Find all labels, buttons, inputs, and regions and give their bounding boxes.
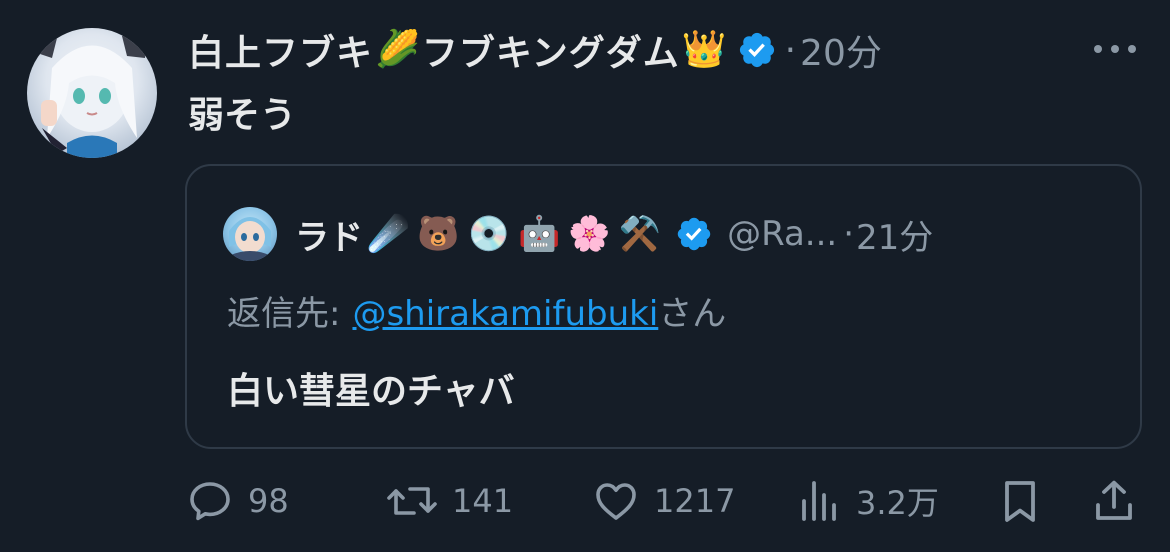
quote-separator-dot: · (843, 214, 855, 254)
retweet-count: 141 (452, 482, 514, 520)
reply-mention-link[interactable]: @shirakamifubuki (352, 294, 658, 334)
bookmark-icon (1005, 481, 1035, 522)
like-count: 1217 (654, 482, 736, 520)
view-count: 3.2万 (856, 484, 939, 522)
more-options-icon[interactable] (1094, 34, 1136, 64)
share-button[interactable] (1090, 474, 1138, 528)
crown-emoji: 👑 (681, 29, 727, 70)
robot-emoji: 🤖 (518, 214, 561, 254)
corn-emoji: 🌽 (375, 29, 420, 70)
quote-handle[interactable]: @Ra... (727, 214, 837, 254)
hammer-pick-emoji: ⚒️ (618, 214, 662, 254)
retweet-button[interactable]: 141 (386, 474, 513, 528)
action-bar: 98 141 1217 3.2万 (186, 474, 1136, 528)
quote-verified-badge-icon[interactable] (675, 215, 713, 253)
disc-emoji: 💿 (467, 214, 511, 254)
tweet-text: 弱そう (188, 95, 297, 136)
display-name[interactable]: 白上フブキ (188, 24, 373, 76)
share-icon (1096, 480, 1132, 520)
views-button[interactable]: 3.2万 (794, 474, 939, 528)
avatar-image (37, 28, 147, 158)
reply-button[interactable]: 98 (186, 474, 289, 528)
display-name-suffix[interactable]: フブキングダム (422, 24, 680, 76)
reply-icon (190, 482, 230, 521)
bookmark-button[interactable] (996, 474, 1044, 528)
quote-timestamp[interactable]: 21分 (856, 210, 933, 259)
reply-prefix: 返信先: (227, 294, 341, 334)
cherry-blossom-emoji: 🌸 (568, 214, 611, 254)
quote-text: 白い彗星のチャバ (227, 371, 515, 412)
quote-avatar-image (229, 217, 271, 261)
quote-display-name[interactable]: ラド (295, 210, 363, 259)
like-button[interactable]: 1217 (592, 474, 735, 528)
avatar[interactable] (27, 28, 157, 158)
tweet-header: 白上フブキ 🌽 フブキングダム 👑 · 20分 (188, 24, 882, 76)
verified-badge-icon[interactable] (737, 30, 777, 70)
analytics-icon (802, 481, 836, 521)
reply-to-line: 返信先: @shirakamifubukiさん (227, 286, 726, 335)
tweet[interactable]: 白上フブキ 🌽 フブキングダム 👑 · 20分 弱そう ラド ☄️ 🐻 💿 🤖 … (0, 0, 1170, 552)
heart-icon (596, 483, 636, 520)
quoted-tweet[interactable]: ラド ☄️ 🐻 💿 🤖 🌸 ⚒️ @Ra... · 21分 返信先: @shira… (185, 164, 1142, 449)
retweet-icon (387, 487, 437, 515)
timestamp[interactable]: 20分 (800, 24, 882, 76)
quote-header: ラド ☄️ 🐻 💿 🤖 🌸 ⚒️ @Ra... · 21分 (223, 206, 933, 262)
reply-count: 98 (248, 482, 289, 520)
comet-emoji: ☄️ (367, 214, 410, 254)
separator-dot: · (784, 29, 797, 71)
bear-emoji: 🐻 (417, 214, 460, 254)
quote-avatar[interactable] (223, 207, 277, 261)
reply-suffix: さん (658, 294, 727, 334)
